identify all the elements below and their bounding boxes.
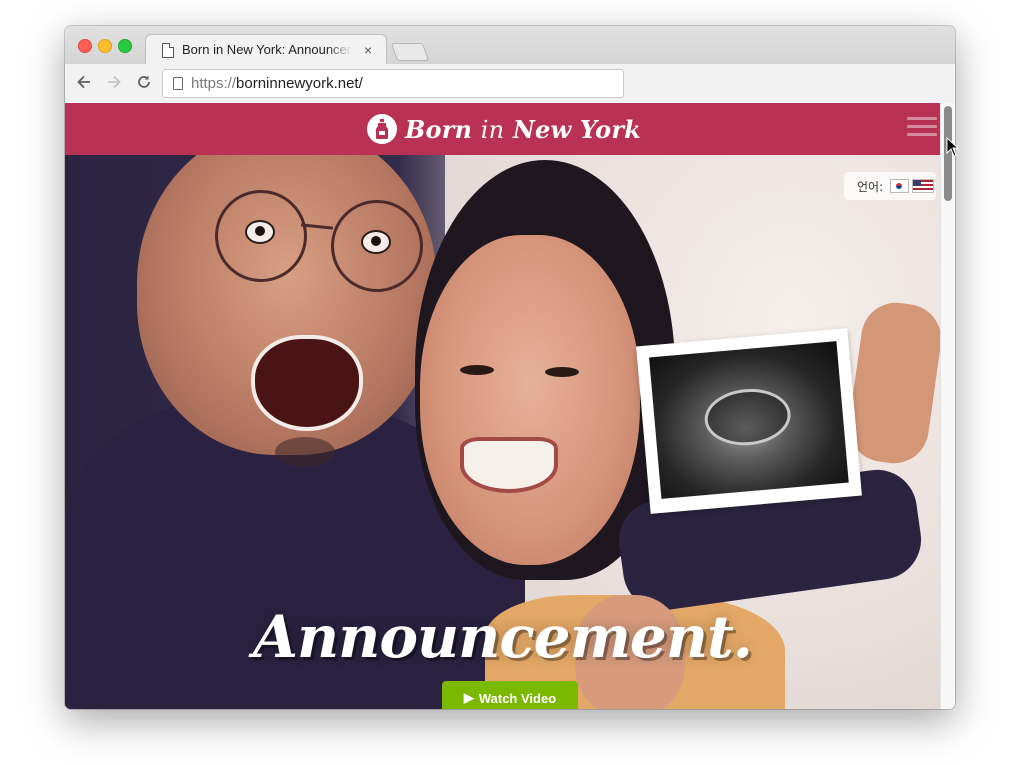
logo-word-born: Born: [405, 114, 473, 144]
maximize-window-button[interactable]: [118, 39, 132, 53]
logo-text: Born in New York: [405, 115, 641, 144]
page-info-icon[interactable]: [173, 77, 183, 90]
hero-woman-face: [420, 235, 640, 565]
reload-button[interactable]: [134, 73, 154, 93]
menu-line: [907, 133, 937, 136]
woman-eye-right: [545, 367, 579, 377]
browser-window: Born in New York: Announcement × https:/…: [65, 26, 955, 709]
address-bar[interactable]: https://borninnewyork.net/: [162, 69, 624, 98]
url-scheme: https://: [191, 75, 237, 92]
url-host: borninnewyork.net/: [236, 75, 363, 92]
woman-eye-left: [460, 365, 494, 375]
reload-icon: [138, 75, 150, 88]
ultrasound-fetus: [702, 385, 793, 449]
tab-active[interactable]: Born in New York: Announcement ×: [145, 34, 387, 66]
woman-smile: [460, 437, 558, 493]
tab-title: Born in New York: Announcement: [182, 42, 352, 57]
page-viewport: Born in New York 언어: Announcement. ▶ Wat…: [65, 103, 940, 709]
menu-icon[interactable]: [907, 117, 937, 141]
watch-video-button[interactable]: ▶ Watch Video: [442, 681, 578, 709]
us-flag-icon[interactable]: [912, 179, 935, 193]
document-icon: [162, 43, 174, 58]
man-beard: [275, 437, 335, 467]
menu-line: [907, 125, 937, 128]
language-switcher: 언어:: [844, 172, 936, 200]
watch-video-label: Watch Video: [478, 690, 557, 706]
man-eye-right: [361, 230, 391, 254]
tab-close-icon[interactable]: ×: [364, 41, 372, 59]
site-header: Born in New York: [65, 103, 940, 155]
korean-flag-icon[interactable]: [890, 179, 910, 193]
bottle-icon: [367, 114, 397, 144]
minimize-window-button[interactable]: [98, 39, 112, 53]
play-icon: ▶: [463, 690, 474, 705]
man-eye-left: [245, 220, 275, 244]
back-button[interactable]: [74, 73, 94, 93]
forward-button[interactable]: [104, 73, 124, 93]
tab-strip: Born in New York: Announcement ×: [65, 26, 955, 66]
logo-word-in: in: [480, 115, 505, 144]
ultrasound-photo: [636, 328, 862, 514]
new-tab-button[interactable]: [390, 43, 430, 61]
close-window-button[interactable]: [78, 39, 92, 53]
mouse-cursor-icon: [946, 137, 960, 157]
ultrasound-image: [649, 341, 849, 499]
url-text[interactable]: https://borninnewyork.net/: [191, 75, 363, 92]
language-label: 언어:: [857, 179, 884, 194]
menu-line: [907, 117, 937, 120]
hero-headline: Announcement.: [252, 603, 753, 671]
page-scrollbar[interactable]: [940, 103, 955, 709]
logo-word-new-york: New York: [512, 114, 642, 144]
man-mouth: [251, 335, 363, 431]
arrow-left-icon: [77, 75, 90, 89]
arrow-right-icon: [108, 75, 121, 89]
browser-toolbar: https://borninnewyork.net/: [65, 64, 955, 104]
site-logo[interactable]: Born in New York: [367, 113, 641, 145]
